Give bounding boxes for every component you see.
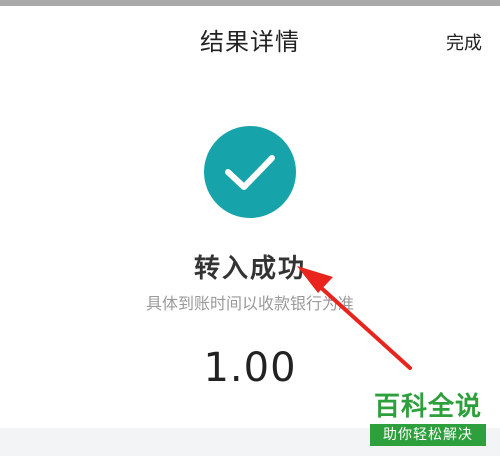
check-icon xyxy=(225,155,275,190)
done-button[interactable]: 完成 xyxy=(446,29,482,55)
transfer-amount: 1.00 xyxy=(203,345,297,391)
success-status-badge xyxy=(204,126,296,218)
watermark-main-text: 百科全说 xyxy=(373,392,482,422)
status-bar-strip xyxy=(0,0,500,6)
result-description: 具体到账时间以收款银行为准 xyxy=(145,294,354,313)
result-detail-screen: 结果详情 完成 转入成功 具体到账时间以收款银行为准 1.00 百科全说 助你轻… xyxy=(0,0,500,456)
watermark-sub-text: 助你轻松解决 xyxy=(370,424,486,446)
page-title: 结果详情 xyxy=(200,28,300,56)
result-title: 转入成功 xyxy=(193,254,306,284)
watermark-logo: 百科全说 助你轻松解决 xyxy=(370,392,486,446)
